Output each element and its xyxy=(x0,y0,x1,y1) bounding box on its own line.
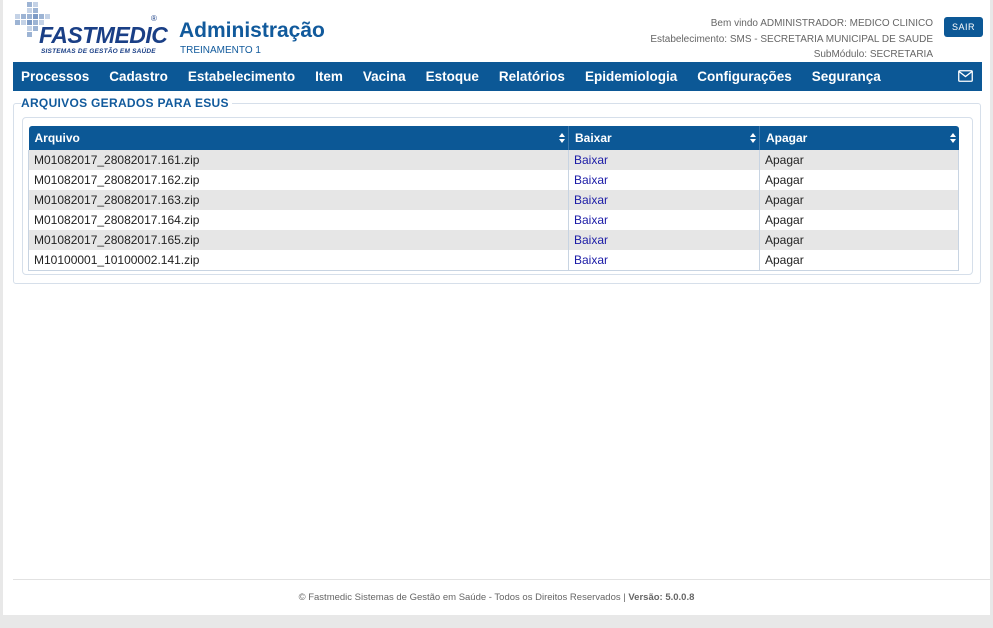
nav-item-estoque[interactable]: Estoque xyxy=(416,69,489,84)
download-link[interactable]: Baixar xyxy=(574,173,608,187)
logo-tagline: SISTEMAS DE GESTÃO EM SAÚDE xyxy=(41,48,156,55)
column-header-arquivo[interactable]: Arquivo xyxy=(28,126,569,150)
nav-item-configuracoes[interactable]: Configurações xyxy=(687,69,802,84)
delete-action[interactable]: Apagar xyxy=(759,190,959,210)
logo-registered-mark: ® xyxy=(151,14,157,23)
fastmedic-logo: FASTMEDIC ® SISTEMAS DE GESTÃO EM SAÚDE xyxy=(13,2,168,58)
submodule-text: SubMódulo: SECRETARIA xyxy=(813,49,933,60)
delete-action[interactable]: Apagar xyxy=(759,250,959,271)
download-link[interactable]: Baixar xyxy=(574,233,608,247)
establishment-text: Estabelecimento: SMS - SECRETARIA MUNICI… xyxy=(650,33,933,45)
sort-icon[interactable] xyxy=(949,133,956,143)
file-name: M10100001_10100002.141.zip xyxy=(28,250,569,271)
file-name: M01082017_28082017.164.zip xyxy=(28,210,569,230)
column-header-label: Baixar xyxy=(575,131,612,145)
section-title: ARQUIVOS GERADOS PARA ESUS xyxy=(21,96,232,110)
download-link[interactable]: Baixar xyxy=(574,213,608,227)
envelope-icon[interactable] xyxy=(958,70,973,82)
delete-action[interactable]: Apagar xyxy=(759,150,959,170)
files-table: Arquivo Baixar Apagar M01082017_28082017… xyxy=(28,126,959,271)
column-header-apagar[interactable]: Apagar xyxy=(759,126,959,150)
nav-item-vacina[interactable]: Vacina xyxy=(353,69,416,84)
column-header-label: Apagar xyxy=(766,131,808,145)
download-link[interactable]: Baixar xyxy=(574,253,608,267)
download-link[interactable]: Baixar xyxy=(574,153,608,167)
sort-icon[interactable] xyxy=(750,133,756,143)
table-row: M01082017_28082017.162.zip Baixar Apagar xyxy=(28,170,959,190)
delete-action[interactable]: Apagar xyxy=(759,230,959,250)
nav-item-epidemiologia[interactable]: Epidemiologia xyxy=(575,69,687,84)
user-info: Bem vindo ADMINISTRADOR: MEDICO CLINICO … xyxy=(650,16,933,63)
main-nav: Processos Cadastro Estabelecimento Item … xyxy=(13,62,982,91)
file-name: M01082017_28082017.162.zip xyxy=(28,170,569,190)
page-subtitle: TREINAMENTO 1 xyxy=(180,45,261,56)
table-row: M01082017_28082017.165.zip Baixar Apagar xyxy=(28,230,959,250)
delete-action[interactable]: Apagar xyxy=(759,210,959,230)
file-name: M01082017_28082017.163.zip xyxy=(28,190,569,210)
logout-button[interactable]: SAIR xyxy=(944,17,983,37)
file-name: M01082017_28082017.161.zip xyxy=(28,150,569,170)
nav-item-processos[interactable]: Processos xyxy=(13,69,99,84)
page: FASTMEDIC ® SISTEMAS DE GESTÃO EM SAÚDE … xyxy=(3,0,990,615)
sort-icon[interactable] xyxy=(559,133,565,143)
column-header-baixar[interactable]: Baixar xyxy=(568,126,760,150)
download-link[interactable]: Baixar xyxy=(574,193,608,207)
logo-wordmark: FASTMEDIC xyxy=(39,22,168,48)
table-header-row: Arquivo Baixar Apagar xyxy=(28,126,959,150)
footer: © Fastmedic Sistemas de Gestão em Saúde … xyxy=(3,592,990,603)
nav-item-item[interactable]: Item xyxy=(305,69,353,84)
table-row: M01082017_28082017.161.zip Baixar Apagar xyxy=(28,150,959,170)
nav-item-cadastro[interactable]: Cadastro xyxy=(99,69,178,84)
table-row: M10100001_10100002.141.zip Baixar Apagar xyxy=(28,250,959,271)
delete-action[interactable]: Apagar xyxy=(759,170,959,190)
nav-item-relatorios[interactable]: Relatórios xyxy=(489,69,575,84)
welcome-text: Bem vindo ADMINISTRADOR: MEDICO CLINICO xyxy=(710,18,933,29)
footer-copyright: © Fastmedic Sistemas de Gestão em Saúde … xyxy=(298,592,629,603)
nav-item-estabelecimento[interactable]: Estabelecimento xyxy=(178,69,305,84)
footer-divider xyxy=(13,579,990,580)
footer-version: Versão: 5.0.0.8 xyxy=(628,592,695,603)
table-row: M01082017_28082017.164.zip Baixar Apagar xyxy=(28,210,959,230)
nav-item-seguranca[interactable]: Segurança xyxy=(802,69,891,84)
file-name: M01082017_28082017.165.zip xyxy=(28,230,569,250)
table-row: M01082017_28082017.163.zip Baixar Apagar xyxy=(28,190,959,210)
column-header-label: Arquivo xyxy=(34,131,80,145)
page-title: Administração xyxy=(179,19,325,42)
